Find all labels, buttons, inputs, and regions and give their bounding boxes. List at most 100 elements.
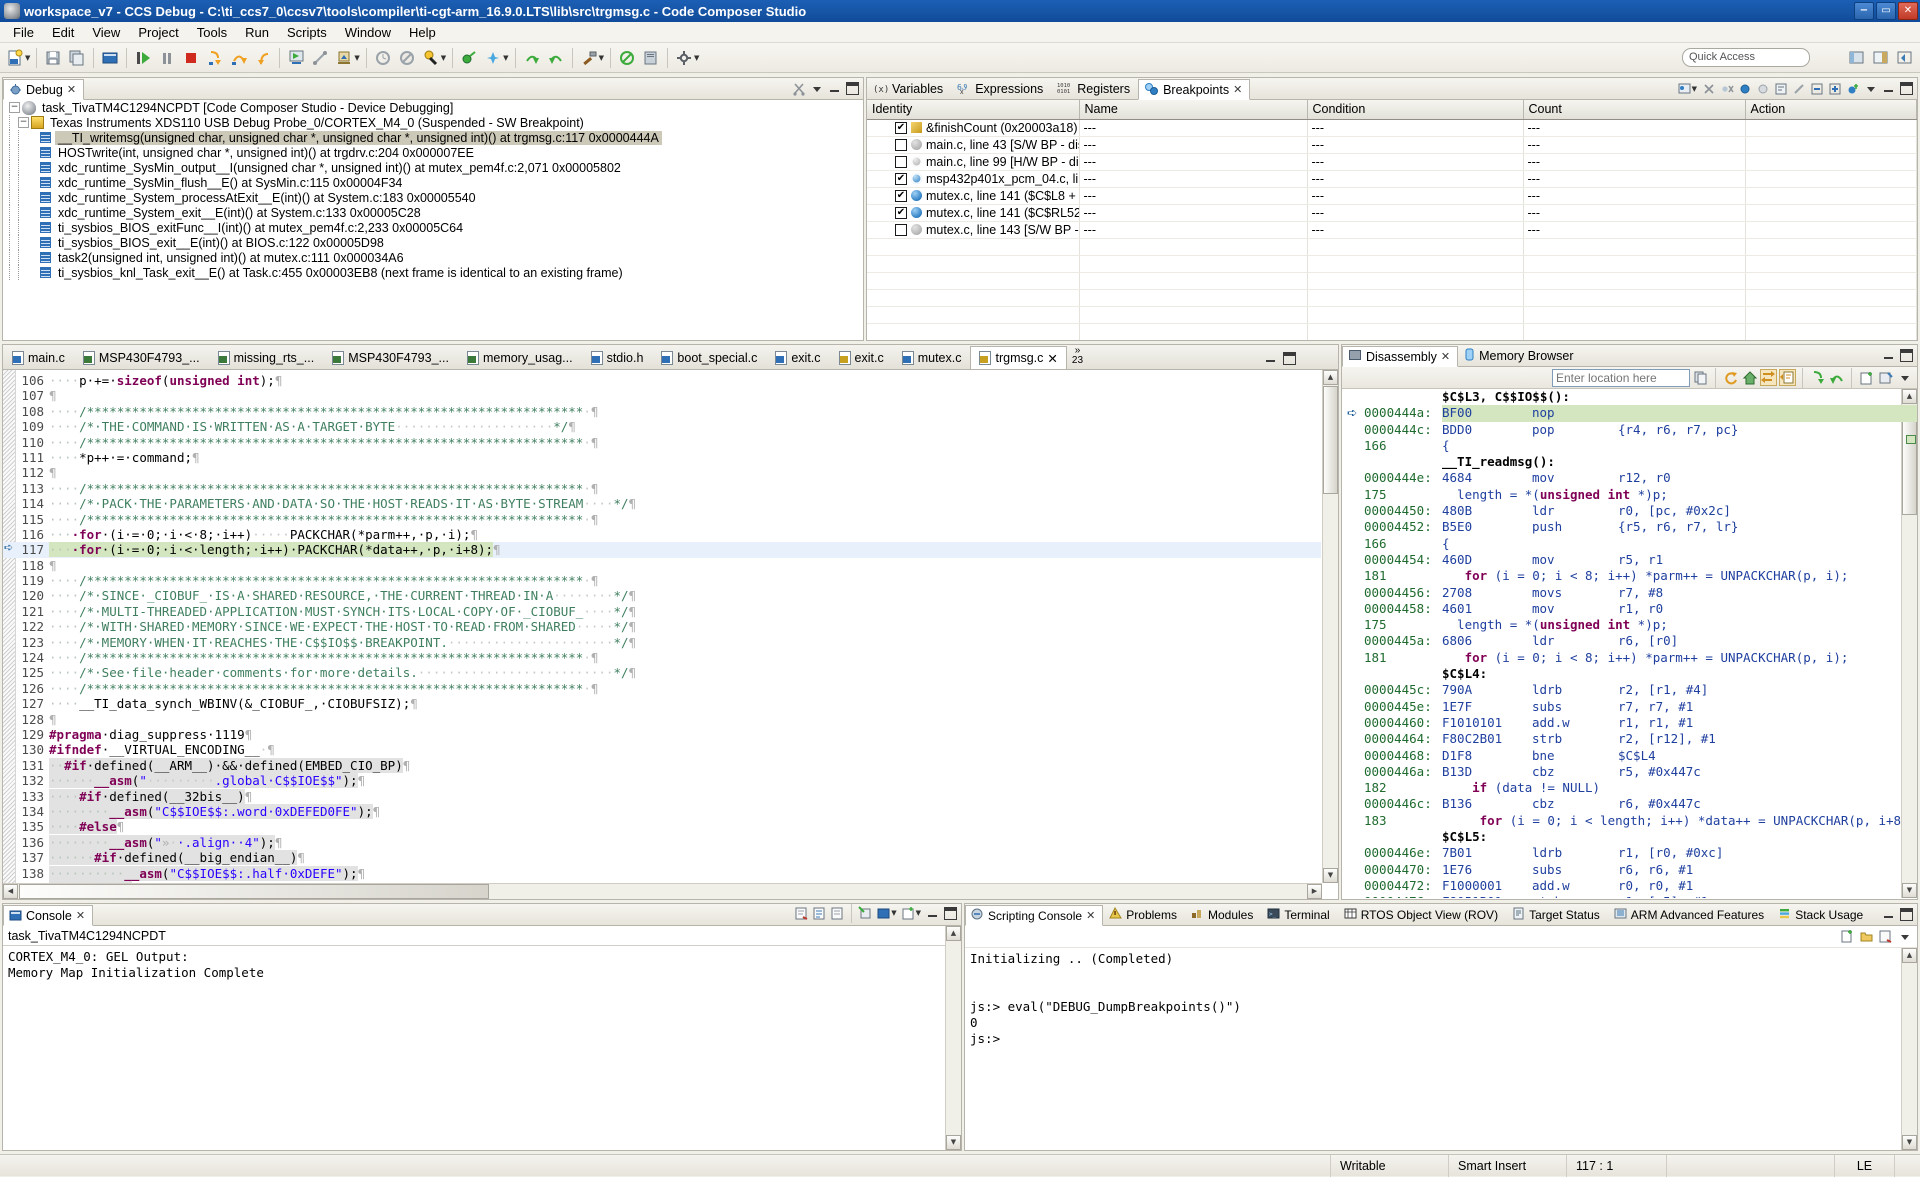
status-resize-handle[interactable] — [1894, 1155, 1920, 1177]
editor-tab-stdio-h[interactable]: stdio.h — [582, 345, 653, 369]
disconnect-scissors-icon[interactable] — [790, 80, 807, 97]
menu-help[interactable]: Help — [400, 23, 445, 42]
editor-vscroll-thumb[interactable] — [1323, 386, 1338, 494]
tab-problems[interactable]: Problems — [1103, 904, 1185, 925]
bp-identity-cell[interactable]: ✔&finishCount (0x20003a18) [H — [867, 119, 1079, 136]
restart-icon[interactable] — [285, 47, 307, 69]
scripting-vscrollbar[interactable]: ▲ ▼ — [1901, 948, 1917, 1150]
code-line[interactable]: 131··#if·defined(__ARM__)·&&·defined(EMB… — [3, 758, 1321, 773]
maximize-view-icon[interactable] — [844, 80, 861, 97]
new-file-icon[interactable] — [4, 47, 26, 69]
disassembly-vscrollbar[interactable]: ▲ ▼ — [1901, 389, 1917, 898]
code-line[interactable]: 136········__asm("»··.align··4");¶ — [3, 835, 1321, 850]
disassembly-instruction-line[interactable]: 00004470:1E76subsr6, r6, #1 — [1342, 862, 1917, 878]
step-over-icon[interactable] — [228, 47, 250, 69]
bp-condition-cell[interactable]: --- — [1307, 153, 1523, 170]
debug-tree-row[interactable]: −task_TivaTM4C1294NCPDT [Code Composer S… — [3, 100, 863, 115]
bp-count-cell[interactable]: --- — [1523, 221, 1745, 238]
disassembly-label-line[interactable]: $C$L4: — [1342, 666, 1917, 682]
breakpoint-row[interactable]: ✔&finishCount (0x20003a18) [H--------- — [867, 119, 1917, 136]
breakpoint-row[interactable]: ✔msp432p401x_pcm_04.c, line 7--------- — [867, 170, 1917, 187]
bp-count-cell[interactable]: --- — [1523, 204, 1745, 221]
bp-action-cell[interactable] — [1745, 187, 1917, 204]
tree-twisty-icon[interactable]: − — [9, 102, 20, 113]
display-selected-console-icon[interactable] — [875, 905, 892, 922]
quick-access-input[interactable]: Quick Access — [1682, 48, 1810, 67]
menu-window[interactable]: Window — [336, 23, 400, 42]
maximize-view-icon[interactable] — [942, 905, 959, 922]
tab-rtos-object-view-rov-[interactable]: RTOS Object View (ROV) — [1338, 904, 1506, 925]
remove-breakpoint-icon[interactable] — [1700, 80, 1717, 97]
menu-tools[interactable]: Tools — [188, 23, 236, 42]
debug-tree-row[interactable]: ti_sysbios_BIOS_exit__E(int)() at BIOS.c… — [3, 235, 863, 250]
tab-variables[interactable]: (x)=Variables — [867, 78, 951, 99]
suspend-icon[interactable] — [156, 47, 178, 69]
bp-enable-checkbox[interactable]: ✔ — [895, 190, 907, 202]
tab-registers[interactable]: 10100101Registers — [1051, 78, 1138, 99]
code-line[interactable]: 124····/********************************… — [3, 650, 1321, 665]
code-line[interactable]: 129#pragma·diag_suppress·1119¶ — [3, 727, 1321, 742]
bp-column-name[interactable]: Name — [1079, 100, 1307, 119]
view-menu-icon[interactable] — [1862, 80, 1879, 97]
code-line[interactable]: 138··········__asm("C$$IOE$$:.half·0xDEF… — [3, 866, 1321, 881]
disassembly-source-line[interactable]: 175 length = *(unsigned int *)p; — [1342, 617, 1917, 633]
bp-name-cell[interactable]: --- — [1079, 153, 1307, 170]
save-all-icon[interactable] — [66, 47, 88, 69]
scroll-lock-icon[interactable] — [811, 905, 828, 922]
code-line[interactable]: 137······#if·defined(__big_endian__)¶ — [3, 850, 1321, 865]
disable-breakpoint-icon[interactable] — [1754, 80, 1771, 97]
editor-tab-exit-c[interactable]: exit.c — [830, 345, 893, 369]
maximize-view-icon[interactable] — [1281, 350, 1298, 367]
step-into-icon[interactable] — [204, 47, 226, 69]
resume-icon[interactable] — [132, 47, 154, 69]
code-line[interactable]: 109····/*·THE·COMMAND·IS·WRITTEN·AS·A·TA… — [3, 419, 1321, 434]
minimize-view-icon[interactable] — [1880, 906, 1897, 923]
tab-console[interactable]: Console ✕ — [3, 905, 93, 926]
scroll-down-icon[interactable]: ▼ — [1902, 1135, 1917, 1150]
close-button[interactable]: ✕ — [1898, 2, 1918, 20]
breakpoint-row[interactable]: main.c, line 43 [S/W BP - disabl--------… — [867, 136, 1917, 153]
view-menu-icon[interactable] — [1896, 928, 1913, 945]
code-line[interactable]: 130#ifndef·__VIRTUAL_ENCODING__·¶ — [3, 742, 1321, 757]
expand-all-icon[interactable] — [1826, 80, 1843, 97]
disassembly-listing[interactable]: ▲ ▼ $C$L3, C$$IO$$():➪0000444a:BF00nop00… — [1342, 389, 1917, 898]
scroll-up-icon[interactable]: ▲ — [1323, 370, 1338, 385]
code-line[interactable]: 133····#if·defined(__32bis__)¶ — [3, 789, 1321, 804]
profile-clock-icon[interactable] — [372, 47, 394, 69]
scroll-down-icon[interactable]: ▼ — [946, 1135, 961, 1150]
minimize-view-icon[interactable] — [826, 80, 843, 97]
pin-view-icon[interactable] — [857, 905, 874, 922]
code-line[interactable]: 106····p·+=·sizeof(unsigned int);¶ — [3, 373, 1321, 388]
menu-edit[interactable]: Edit — [43, 23, 83, 42]
disassembly-instruction-line[interactable]: 00004464:F80C2B01strbr2, [r12], #1 — [1342, 731, 1917, 747]
scroll-up-icon[interactable]: ▲ — [1902, 948, 1917, 963]
bp-name-cell[interactable]: --- — [1079, 204, 1307, 221]
code-line[interactable]: 121····/*·MULTI-THREADED·APPLICATION·MUS… — [3, 604, 1321, 619]
close-icon[interactable]: ✕ — [1233, 83, 1242, 96]
disassembly-source-line[interactable]: 183 for (i = 0; i < length; i++) *data++… — [1342, 813, 1917, 829]
disassembly-instruction-line[interactable]: 00004476:F8051B01strbr1, [r5], #1 — [1342, 894, 1917, 898]
scroll-down-icon[interactable]: ▼ — [1323, 868, 1338, 883]
disassembly-label-line[interactable]: $C$L3, C$$IO$$(): — [1342, 389, 1917, 405]
bp-enable-checkbox[interactable] — [895, 156, 907, 168]
step-return-icon[interactable] — [252, 47, 274, 69]
disassembly-instruction-line[interactable]: 0000445c:790Aldrbr2, [r1, #4] — [1342, 682, 1917, 698]
scroll-up-icon[interactable]: ▲ — [946, 926, 961, 941]
maximize-view-icon[interactable] — [1898, 906, 1915, 923]
open-script-icon[interactable] — [1858, 928, 1875, 945]
close-icon[interactable]: ✕ — [67, 83, 76, 96]
bp-condition-cell[interactable]: --- — [1307, 170, 1523, 187]
tab-arm-advanced-features[interactable]: ARM Advanced Features — [1608, 904, 1772, 925]
bp-action-cell[interactable] — [1745, 136, 1917, 153]
bp-condition-cell[interactable]: --- — [1307, 187, 1523, 204]
editor-tab-trgmsg-c[interactable]: trgmsg.c✕ — [970, 346, 1066, 370]
editor-tab-msp430f4793-[interactable]: MSP430F4793_... — [323, 345, 458, 369]
debug-tree-row[interactable]: −Texas Instruments XDS110 USB Debug Prob… — [3, 115, 863, 130]
bp-action-cell[interactable] — [1745, 204, 1917, 221]
disassembly-source-line[interactable]: 166{ — [1342, 536, 1917, 552]
breakpoint-row[interactable]: ✔mutex.c, line 141 ($C$RL52) [S--------- — [867, 204, 1917, 221]
disassembly-instruction-line[interactable]: 0000444c:BDD0pop{r4, r6, r7, pc} — [1342, 422, 1917, 438]
disassembly-instruction-line[interactable]: 00004458:4601movr1, r0 — [1342, 601, 1917, 617]
menu-project[interactable]: Project — [129, 23, 187, 42]
new-breakpoint-icon[interactable] — [1844, 80, 1861, 97]
